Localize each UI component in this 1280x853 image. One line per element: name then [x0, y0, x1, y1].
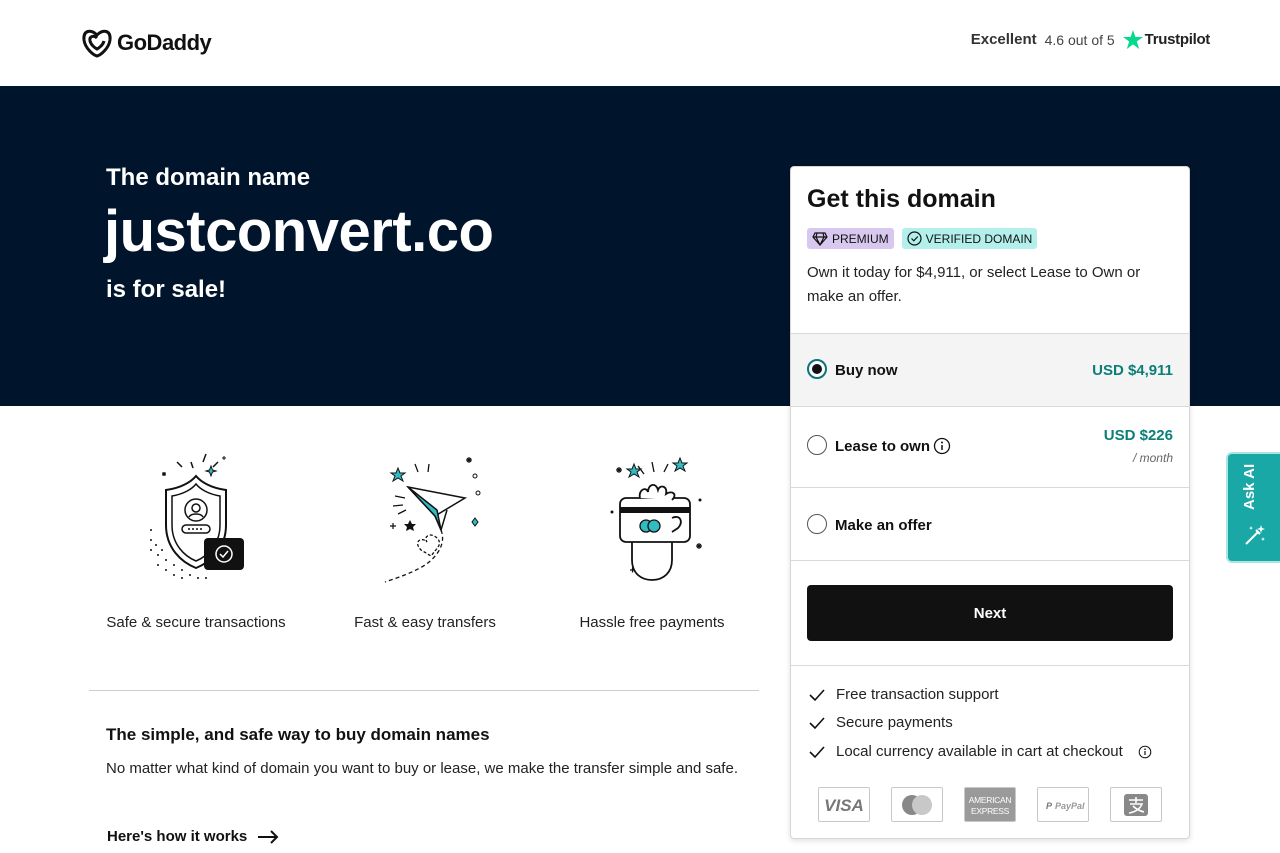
verified-badge: VERIFIED DOMAIN: [901, 228, 1038, 249]
perk-item: Local currency available in cart at chec…: [809, 743, 1152, 760]
check-icon: [809, 716, 825, 729]
visa-icon: VISA: [818, 787, 870, 822]
check-icon: [809, 688, 825, 701]
how-it-works-label: Here's how it works: [107, 828, 248, 845]
lease-radio[interactable]: [807, 435, 827, 455]
hand-card-icon: [610, 456, 702, 581]
perk-label: Secure payments: [836, 714, 953, 731]
option-make-offer[interactable]: Make an offer: [791, 487, 1189, 560]
card-title: Get this domain: [807, 185, 996, 213]
card-description: Own it today for $4,911, or select Lease…: [807, 264, 1141, 305]
offer-label: Make an offer: [835, 517, 932, 534]
verified-badge-label: VERIFIED DOMAIN: [925, 231, 1033, 246]
svg-text:EXPRESS: EXPRESS: [971, 806, 1010, 816]
diamond-icon: [812, 231, 828, 246]
option-buy-now[interactable]: Buy now USD $4,911: [791, 333, 1189, 406]
trustpilot-star-icon: [1122, 30, 1143, 49]
trustpilot-rating[interactable]: Excellent 4.6 out of 5 Trustpilot: [971, 30, 1210, 49]
offer-radio[interactable]: [807, 514, 827, 534]
buy-now-radio[interactable]: [807, 359, 827, 379]
alipay-icon: [1110, 787, 1162, 822]
info-text: No matter what kind of domain you want t…: [106, 760, 738, 777]
godaddy-logo[interactable]: GoDaddy: [81, 28, 212, 58]
option-lease-to-own[interactable]: Lease to own USD $226 / month: [791, 406, 1189, 487]
shield-icon: [150, 453, 244, 579]
info-icon[interactable]: [1138, 745, 1152, 759]
premium-badge: PREMIUM: [807, 228, 894, 249]
logo-text: GoDaddy: [117, 30, 212, 55]
feature-secure: Safe & secure transactions: [86, 450, 306, 631]
buy-now-label: Buy now: [835, 362, 898, 379]
arrow-right-icon: [258, 829, 279, 844]
godaddy-logo-icon: [82, 29, 112, 58]
lease-period: / month: [1132, 451, 1173, 465]
feature-label: Safe & secure transactions: [106, 614, 286, 631]
site-header: GoDaddy Excellent 4.6 out of 5 Trustpilo…: [0, 0, 1280, 86]
badges: PREMIUM VERIFIED DOMAIN: [807, 228, 1038, 249]
svg-text:P: P: [1046, 801, 1053, 811]
info-icon[interactable]: [933, 437, 951, 455]
domain-name: justconvert.co: [104, 199, 494, 264]
hero-pre-text: The domain name: [106, 164, 311, 191]
feature-label: Fast & easy transfers: [354, 614, 496, 631]
check-icon: [809, 745, 825, 758]
paypal-text: PayPal: [1055, 801, 1085, 811]
perk-label: Free transaction support: [836, 686, 999, 703]
magic-wand-icon: [1245, 525, 1265, 545]
next-button[interactable]: Next: [807, 585, 1173, 641]
premium-badge-label: PREMIUM: [832, 231, 889, 246]
purchase-card: Get this domain PREMIUM VERIFIED DOMAIN …: [790, 166, 1190, 839]
section-divider: [89, 690, 759, 691]
info-title: The simple, and safe way to buy domain n…: [106, 725, 490, 744]
visa-text: VISA: [824, 796, 864, 815]
paypal-icon: P PayPal: [1037, 787, 1089, 822]
amex-icon: AMERICAN EXPRESS: [964, 787, 1016, 822]
paper-plane-icon: [384, 457, 481, 583]
buy-now-price: USD $4,911: [1092, 362, 1173, 379]
lease-label: Lease to own: [835, 438, 931, 455]
feature-label: Hassle free payments: [579, 614, 725, 631]
ask-ai-label: Ask AI: [1241, 463, 1258, 510]
check-circle-icon: [907, 231, 922, 246]
perk-label: Local currency available in cart at chec…: [836, 743, 1123, 760]
hero-post-text: is for sale!: [106, 276, 227, 303]
ask-ai-tab[interactable]: Ask AI: [1226, 452, 1280, 563]
feature-payments: Hassle free payments: [542, 450, 762, 631]
rating-word: Excellent: [970, 31, 1037, 48]
perk-item: Secure payments: [809, 714, 953, 731]
perk-item: Free transaction support: [809, 686, 999, 703]
trustpilot-logo: Trustpilot: [1122, 30, 1211, 49]
trustpilot-name: Trustpilot: [1144, 31, 1211, 48]
payment-methods: VISA AMERICAN EXPRESS P PayPal: [818, 787, 1162, 822]
next-button-area: Next: [791, 560, 1189, 665]
mastercard-icon: [891, 787, 943, 822]
feature-transfers: Fast & easy transfers: [315, 450, 535, 631]
amex-text: AMERICAN: [969, 795, 1012, 805]
perks-list: Free transaction support Secure payments…: [791, 665, 1189, 760]
how-it-works-link[interactable]: Here's how it works: [107, 828, 279, 845]
lease-price: USD $226: [1103, 427, 1173, 444]
rating-score: 4.6 out of 5: [1044, 31, 1115, 48]
